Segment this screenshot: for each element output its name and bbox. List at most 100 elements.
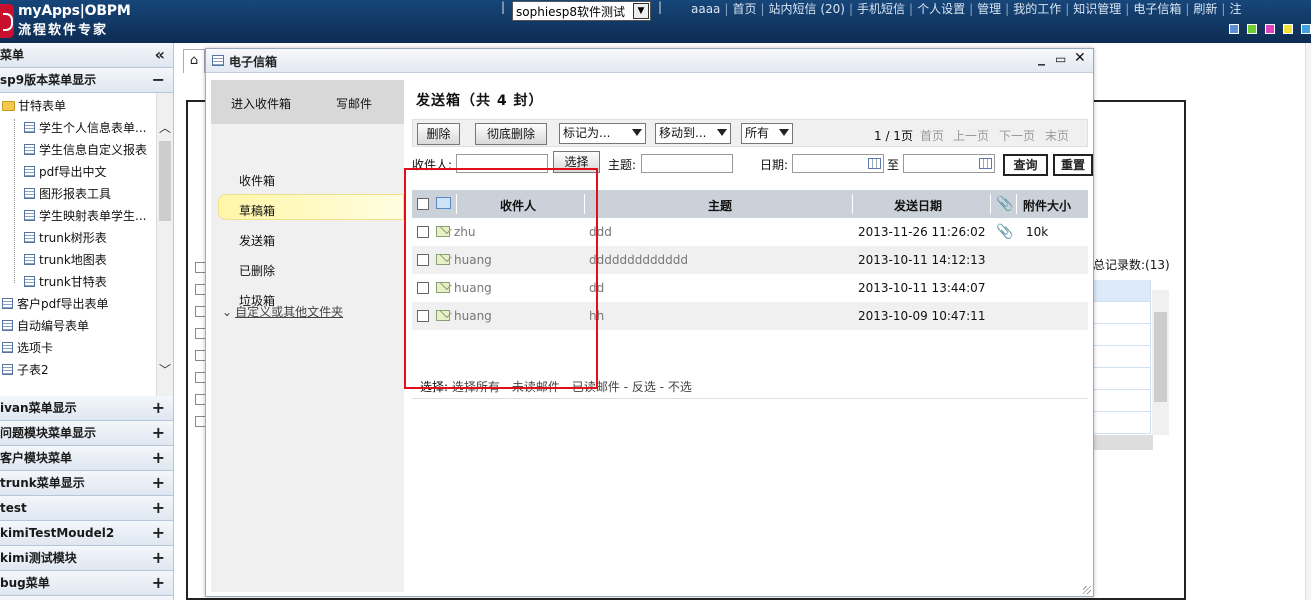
sidebar-section[interactable]: 问题模块菜单显示 + xyxy=(0,421,173,446)
enter-inbox-link[interactable]: 进入收件箱 xyxy=(231,95,291,112)
minimize-icon[interactable]: _ xyxy=(1038,50,1045,66)
mail-folder-item[interactable]: 草稿箱 xyxy=(239,202,275,219)
top-nav-item[interactable]: 知识管理 xyxy=(1069,2,1125,16)
theme-swatch[interactable] xyxy=(1301,24,1311,34)
menu-tree-item[interactable]: trunk树形表 xyxy=(24,229,107,246)
menu-tree-item[interactable]: 子表2 xyxy=(2,361,49,378)
home-tab[interactable]: ⌂ xyxy=(183,49,205,73)
last-page-link[interactable]: 末页 xyxy=(1045,127,1069,144)
delete-button[interactable]: 删除 xyxy=(417,123,460,145)
top-nav-item[interactable]: 站内短信 (20) xyxy=(765,2,849,16)
prev-page-link[interactable]: 上一页 xyxy=(953,127,989,144)
query-button[interactable]: 查询 xyxy=(1003,154,1048,176)
sidebar-section[interactable]: trunk菜单显示 + xyxy=(0,471,173,496)
separator: | xyxy=(658,0,663,14)
invert-selection-link[interactable]: 反选 xyxy=(632,380,656,394)
menu-tree-item[interactable]: 客户pdf导出表单 xyxy=(2,295,108,312)
sidebar-section[interactable]: ivan菜单显示 + xyxy=(0,396,173,421)
filter-value: 所有 xyxy=(745,126,770,140)
reset-button[interactable]: 重置 xyxy=(1053,154,1093,176)
mark-as-select[interactable]: 标记为... xyxy=(559,123,646,144)
sidebar-section[interactable]: 主子表菜单+ xyxy=(0,596,173,600)
tree-scrollbar[interactable]: ︿ ﹀ xyxy=(156,93,173,396)
document-icon xyxy=(24,144,35,155)
sidebar-section[interactable]: test + xyxy=(0,496,173,521)
close-icon[interactable]: ✕ xyxy=(1074,50,1086,66)
sidebar-section-open[interactable]: sp9版本菜单显示 − xyxy=(0,68,173,93)
application-select-value: sophiesp8软件测试 xyxy=(516,5,626,19)
scroll-thumb[interactable] xyxy=(159,141,171,221)
paperclip-icon: 📎 xyxy=(996,224,1014,240)
theme-swatch[interactable] xyxy=(1229,24,1239,34)
plus-icon[interactable]: + xyxy=(152,521,165,545)
plus-icon[interactable]: + xyxy=(152,496,165,520)
custom-folders-toggle[interactable]: ⌄ 自定义或其他文件夹 xyxy=(222,303,343,320)
sidebar-section[interactable]: 客户模块菜单 + xyxy=(0,446,173,471)
menu-tree-item[interactable]: trunk地图表 xyxy=(24,251,107,268)
minus-icon[interactable]: − xyxy=(152,68,165,92)
top-nav-item[interactable]: 手机短信 xyxy=(853,2,909,16)
menu-tree-item[interactable]: 图形报表工具 xyxy=(24,185,111,202)
filter-select[interactable]: 所有 xyxy=(741,123,793,144)
plus-icon[interactable]: + xyxy=(152,546,165,570)
purge-button[interactable]: 彻底删除 xyxy=(475,123,547,145)
menu-tree-item[interactable]: 学生信息自定义报表 xyxy=(24,141,147,158)
top-nav-item[interactable]: aaaa xyxy=(687,2,724,16)
compose-link[interactable]: 写邮件 xyxy=(336,95,372,112)
menu-tree-item[interactable]: pdf导出中文 xyxy=(24,163,106,180)
plus-icon[interactable]: + xyxy=(152,471,165,495)
theme-swatch[interactable] xyxy=(1283,24,1293,34)
menu-tree-item[interactable]: 学生个人信息表单... xyxy=(24,119,146,136)
top-nav-item[interactable]: 刷新 xyxy=(1189,2,1221,16)
mail-folder-item[interactable]: 已删除 xyxy=(239,262,275,279)
plus-icon[interactable]: + xyxy=(152,396,165,420)
top-nav-item[interactable]: 电子信箱 xyxy=(1129,2,1185,16)
mail-window-titlebar[interactable]: 电子信箱 _ ▭ ✕ xyxy=(206,49,1093,73)
list-horizontal-scrollbar[interactable] xyxy=(1093,435,1153,450)
scroll-up-icon[interactable]: ︿ xyxy=(157,119,173,136)
collapse-sidebar-icon[interactable]: « xyxy=(155,43,165,67)
scroll-down-icon[interactable]: ﹀ xyxy=(157,361,173,378)
menu-tree-item[interactable]: 学生映射表单学生... xyxy=(24,207,146,224)
plus-icon[interactable]: + xyxy=(152,596,165,600)
top-nav-item[interactable]: 首页 xyxy=(728,2,760,16)
menu-tree-item[interactable]: 自动编号表单 xyxy=(2,317,89,334)
list-scrollbar[interactable] xyxy=(1152,290,1169,435)
top-nav-item[interactable]: 注 xyxy=(1225,2,1245,16)
subject-input[interactable] xyxy=(641,154,733,173)
calendar-icon[interactable] xyxy=(979,158,992,169)
move-to-select[interactable]: 移动到... xyxy=(655,123,731,144)
application-select[interactable]: sophiesp8软件测试 ▼ xyxy=(512,1,651,21)
top-bar: myApps|OBPM 流程软件专家 | sophiesp8软件测试 ▼ | a… xyxy=(0,0,1311,43)
plus-icon[interactable]: + xyxy=(152,571,165,595)
plus-icon[interactable]: + xyxy=(152,446,165,470)
menu-tree-item[interactable]: 选项卡 xyxy=(2,339,53,356)
column-attachment-size[interactable]: 附件大小 xyxy=(1023,197,1071,214)
theme-swatch[interactable] xyxy=(1247,24,1257,34)
menu-tree-item[interactable]: 甘特表单 xyxy=(2,97,66,114)
top-nav-item[interactable]: 管理 xyxy=(973,2,1005,16)
theme-swatch[interactable] xyxy=(1265,24,1275,34)
sidebar-section[interactable]: kimiTestMoudel2 + xyxy=(0,521,173,546)
maximize-icon[interactable]: ▭ xyxy=(1055,52,1066,66)
first-page-link[interactable]: 首页 xyxy=(920,127,944,144)
menu-tree-item[interactable]: trunk甘特表 xyxy=(24,273,107,290)
column-date[interactable]: 发送日期 xyxy=(894,197,942,214)
select-none-link[interactable]: 不选 xyxy=(668,380,692,394)
sidebar-section[interactable]: bug菜单 + xyxy=(0,571,173,596)
mail-folder-item[interactable]: 收件箱 xyxy=(239,172,275,189)
mail-folder-item[interactable]: 发送箱 xyxy=(239,232,275,249)
sidebar-section[interactable]: kimi测试模块 + xyxy=(0,546,173,571)
top-nav-item[interactable]: 我的工作 xyxy=(1009,2,1065,16)
mail-subject[interactable]: ddddddddddddd xyxy=(589,253,688,267)
scroll-thumb[interactable] xyxy=(1154,312,1167,402)
page-scrollbar[interactable] xyxy=(1305,43,1311,600)
next-page-link[interactable]: 下一页 xyxy=(999,127,1035,144)
date-to-input[interactable] xyxy=(903,154,995,173)
date-from-input[interactable] xyxy=(792,154,884,173)
plus-icon[interactable]: + xyxy=(152,421,165,445)
column-subject[interactable]: 主题 xyxy=(708,197,732,214)
resize-handle[interactable] xyxy=(1083,586,1091,594)
calendar-icon[interactable] xyxy=(868,158,881,169)
top-nav-item[interactable]: 个人设置 xyxy=(913,2,969,16)
